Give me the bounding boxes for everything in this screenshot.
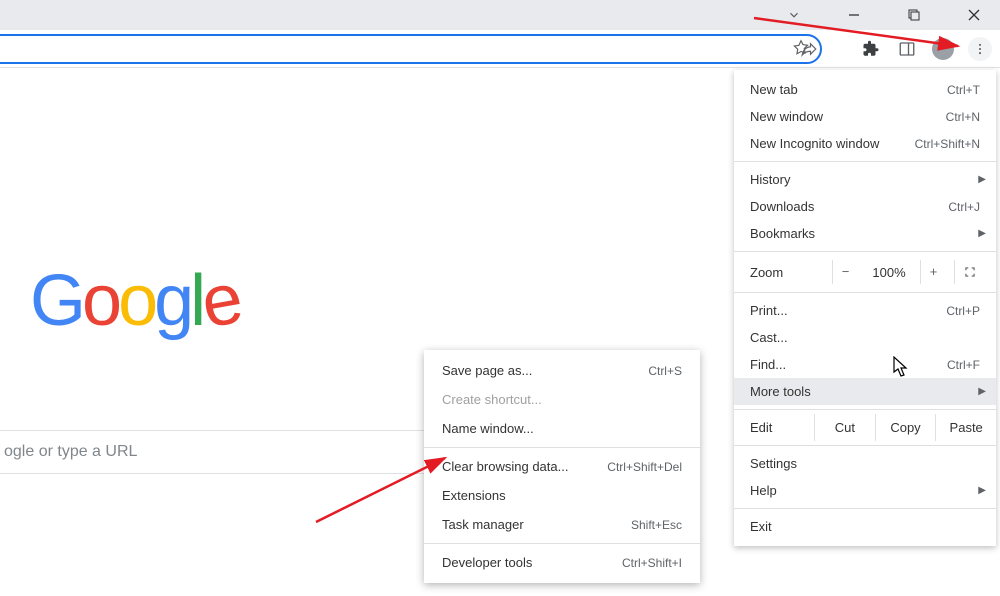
zoom-in-button[interactable]: +	[920, 260, 946, 284]
submenu-task-manager[interactable]: Task managerShift+Esc	[424, 510, 700, 539]
zoom-percent: 100%	[866, 265, 912, 280]
submenu-save-page[interactable]: Save page as...Ctrl+S	[424, 356, 700, 385]
tab-dropdown-icon[interactable]	[776, 0, 812, 30]
menu-downloads[interactable]: DownloadsCtrl+J	[734, 193, 996, 220]
edit-cut[interactable]: Cut	[814, 414, 875, 441]
menu-find[interactable]: Find...Ctrl+F	[734, 351, 996, 378]
browser-toolbar	[0, 30, 1000, 68]
menu-help[interactable]: Help▶	[734, 477, 996, 504]
edit-paste[interactable]: Paste	[935, 414, 996, 441]
submenu-create-shortcut: Create shortcut...	[424, 385, 700, 414]
fullscreen-button[interactable]	[954, 260, 984, 284]
window-titlebar	[0, 0, 1000, 30]
menu-zoom: Zoom − 100% +	[734, 256, 996, 288]
submenu-name-window[interactable]: Name window...	[424, 414, 700, 443]
menu-new-window[interactable]: New windowCtrl+N	[734, 103, 996, 130]
close-button[interactable]	[956, 0, 992, 30]
more-tools-submenu: Save page as...Ctrl+S Create shortcut...…	[424, 350, 700, 583]
search-box[interactable]: ogle or type a URL	[0, 430, 450, 474]
minimize-button[interactable]	[836, 0, 872, 30]
menu-new-incognito[interactable]: New Incognito windowCtrl+Shift+N	[734, 130, 996, 157]
edit-copy[interactable]: Copy	[875, 414, 936, 441]
main-menu: New tabCtrl+T New windowCtrl+N New Incog…	[734, 70, 996, 546]
menu-new-tab[interactable]: New tabCtrl+T	[734, 76, 996, 103]
menu-print[interactable]: Print...Ctrl+P	[734, 297, 996, 324]
menu-cast[interactable]: Cast...	[734, 324, 996, 351]
submenu-extensions[interactable]: Extensions	[424, 481, 700, 510]
address-bar[interactable]	[0, 34, 822, 64]
zoom-out-button[interactable]: −	[832, 260, 858, 284]
menu-bookmarks[interactable]: Bookmarks▶	[734, 220, 996, 247]
menu-settings[interactable]: Settings	[734, 450, 996, 477]
google-logo: Google	[30, 260, 238, 342]
menu-more-tools[interactable]: More tools▶	[734, 378, 996, 405]
search-placeholder: ogle or type a URL	[4, 443, 137, 461]
profile-avatar[interactable]	[932, 38, 954, 60]
menu-edit-row: Edit Cut Copy Paste	[734, 414, 996, 441]
maximize-button[interactable]	[896, 0, 932, 30]
more-menu-button[interactable]	[968, 37, 992, 61]
bookmark-star-icon[interactable]	[792, 38, 810, 59]
menu-history[interactable]: History▶	[734, 166, 996, 193]
menu-exit[interactable]: Exit	[734, 513, 996, 540]
extensions-icon[interactable]	[860, 38, 882, 60]
sidepanel-icon[interactable]	[896, 38, 918, 60]
submenu-clear-browsing-data[interactable]: Clear browsing data...Ctrl+Shift+Del	[424, 452, 700, 481]
submenu-developer-tools[interactable]: Developer toolsCtrl+Shift+I	[424, 548, 700, 577]
